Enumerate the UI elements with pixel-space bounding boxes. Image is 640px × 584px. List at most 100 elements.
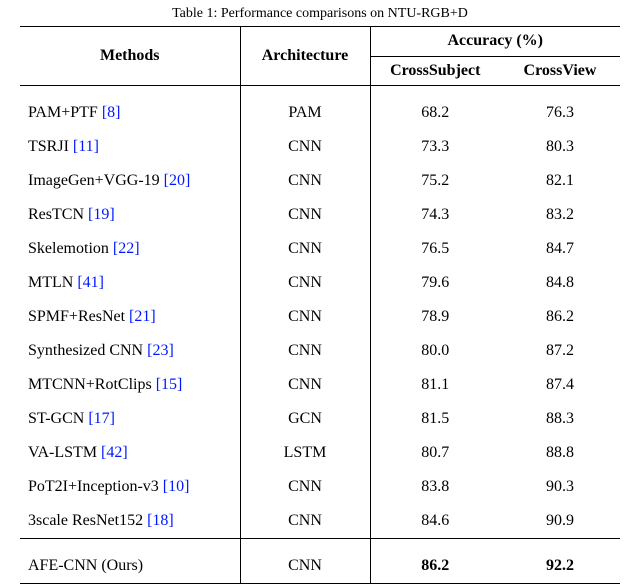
- cell-cross-subject: 78.9: [370, 300, 500, 334]
- citation-link[interactable]: [18]: [147, 512, 174, 529]
- cell-cross-view: 90.9: [500, 504, 620, 539]
- citation-link[interactable]: [20]: [164, 172, 191, 189]
- header-accuracy: Accuracy (%): [370, 27, 620, 57]
- cell-cross-view: 84.8: [500, 266, 620, 300]
- cell-cross-subject: 79.6: [370, 266, 500, 300]
- method-name: SPMF+ResNet: [28, 308, 129, 325]
- cell-cross-subject: 75.2: [370, 164, 500, 198]
- cell-cross-subject: 81.5: [370, 402, 500, 436]
- cell-architecture: CNN: [240, 470, 370, 504]
- header-cross-subject: CrossSubject: [370, 56, 500, 86]
- cell-method: TSRJI [11]: [20, 130, 240, 164]
- table-row: SPMF+ResNet [21]CNN78.986.2: [20, 300, 620, 334]
- cell-architecture: CNN: [240, 130, 370, 164]
- cell-architecture: CNN: [240, 300, 370, 334]
- method-name: VA-LSTM: [28, 444, 101, 461]
- citation-link[interactable]: [8]: [102, 104, 121, 121]
- cell-cross-view: 80.3: [500, 130, 620, 164]
- cell-method: Synthesized CNN [23]: [20, 334, 240, 368]
- cell-cross-view: 87.2: [500, 334, 620, 368]
- table-row: 3scale ResNet152 [18]CNN84.690.9: [20, 504, 620, 539]
- cell-cross-subject: 80.0: [370, 334, 500, 368]
- cell-method: AFE-CNN (Ours): [20, 549, 240, 584]
- cell-method: ResTCN [19]: [20, 198, 240, 232]
- cell-cross-view: 87.4: [500, 368, 620, 402]
- table-row: MTCNN+RotClips [15]CNN81.187.4: [20, 368, 620, 402]
- method-name: Skelemotion: [28, 240, 113, 257]
- table-row: Synthesized CNN [23]CNN80.087.2: [20, 334, 620, 368]
- cell-architecture: GCN: [240, 402, 370, 436]
- citation-link[interactable]: [23]: [147, 342, 174, 359]
- method-name: AFE-CNN (Ours): [28, 557, 143, 574]
- method-name: 3scale ResNet152: [28, 512, 147, 529]
- cell-cross-subject: 76.5: [370, 232, 500, 266]
- table-row: MTLN [41]CNN79.684.8: [20, 266, 620, 300]
- method-name: MTCNN+RotClips: [28, 376, 156, 393]
- table-container: Table 1: Performance comparisons on NTU-…: [20, 0, 620, 584]
- table-row-ours: AFE-CNN (Ours)CNN86.292.2: [20, 549, 620, 584]
- citation-link[interactable]: [21]: [129, 308, 156, 325]
- cell-cross-subject: 86.2: [370, 549, 500, 584]
- method-name: TSRJI: [28, 138, 73, 155]
- cell-method: Skelemotion [22]: [20, 232, 240, 266]
- table-header: Methods Architecture Accuracy (%) CrossS…: [20, 27, 620, 86]
- cell-architecture: CNN: [240, 232, 370, 266]
- table-row: PoT2I+Inception-v3 [10]CNN83.890.3: [20, 470, 620, 504]
- citation-link[interactable]: [10]: [163, 478, 190, 495]
- cell-cross-view: 82.1: [500, 164, 620, 198]
- citation-link[interactable]: [17]: [88, 410, 115, 427]
- cell-method: MTLN [41]: [20, 266, 240, 300]
- citation-link[interactable]: [42]: [101, 444, 128, 461]
- cell-architecture: CNN: [240, 504, 370, 539]
- citation-link[interactable]: [22]: [113, 240, 140, 257]
- cell-cross-subject: 74.3: [370, 198, 500, 232]
- cell-cross-view: 83.2: [500, 198, 620, 232]
- results-table: Methods Architecture Accuracy (%) CrossS…: [20, 26, 620, 584]
- table-row: VA-LSTM [42]LSTM80.788.8: [20, 436, 620, 470]
- cell-method: ImageGen+VGG-19 [20]: [20, 164, 240, 198]
- cell-cross-view: 88.3: [500, 402, 620, 436]
- table-row: TSRJI [11]CNN73.380.3: [20, 130, 620, 164]
- cell-cross-subject: 73.3: [370, 130, 500, 164]
- header-methods: Methods: [20, 27, 240, 86]
- cell-cross-subject: 83.8: [370, 470, 500, 504]
- method-name: PAM+PTF: [28, 104, 102, 121]
- header-cross-view: CrossView: [500, 56, 620, 86]
- citation-link[interactable]: [11]: [73, 138, 99, 155]
- cell-method: 3scale ResNet152 [18]: [20, 504, 240, 539]
- table-row: PAM+PTF [8]PAM68.276.3: [20, 96, 620, 130]
- cell-architecture: LSTM: [240, 436, 370, 470]
- method-name: ST-GCN: [28, 410, 88, 427]
- header-architecture: Architecture: [240, 27, 370, 86]
- cell-architecture: CNN: [240, 334, 370, 368]
- cell-architecture: CNN: [240, 266, 370, 300]
- table-caption: Table 1: Performance comparisons on NTU-…: [20, 6, 620, 22]
- cell-architecture: CNN: [240, 198, 370, 232]
- table-row: ImageGen+VGG-19 [20]CNN75.282.1: [20, 164, 620, 198]
- cell-cross-subject: 81.1: [370, 368, 500, 402]
- citation-link[interactable]: [41]: [77, 274, 104, 291]
- cell-cross-view: 90.3: [500, 470, 620, 504]
- cell-method: SPMF+ResNet [21]: [20, 300, 240, 334]
- table-spacer: [20, 539, 620, 550]
- cell-architecture: CNN: [240, 368, 370, 402]
- cell-cross-view: 84.7: [500, 232, 620, 266]
- cell-method: PoT2I+Inception-v3 [10]: [20, 470, 240, 504]
- cell-cross-view: 76.3: [500, 96, 620, 130]
- cell-method: ST-GCN [17]: [20, 402, 240, 436]
- citation-link[interactable]: [19]: [88, 206, 115, 223]
- cell-architecture: CNN: [240, 549, 370, 584]
- cell-cross-subject: 68.2: [370, 96, 500, 130]
- cell-cross-view: 88.8: [500, 436, 620, 470]
- cell-cross-view: 86.2: [500, 300, 620, 334]
- cell-method: MTCNN+RotClips [15]: [20, 368, 240, 402]
- table-row: ST-GCN [17]GCN81.588.3: [20, 402, 620, 436]
- method-name: PoT2I+Inception-v3: [28, 478, 163, 495]
- cell-architecture: CNN: [240, 164, 370, 198]
- table-body: PAM+PTF [8]PAM68.276.3TSRJI [11]CNN73.38…: [20, 86, 620, 584]
- method-name: MTLN: [28, 274, 77, 291]
- cell-method: PAM+PTF [8]: [20, 96, 240, 130]
- method-name: ImageGen+VGG-19: [28, 172, 164, 189]
- citation-link[interactable]: [15]: [156, 376, 183, 393]
- cell-method: VA-LSTM [42]: [20, 436, 240, 470]
